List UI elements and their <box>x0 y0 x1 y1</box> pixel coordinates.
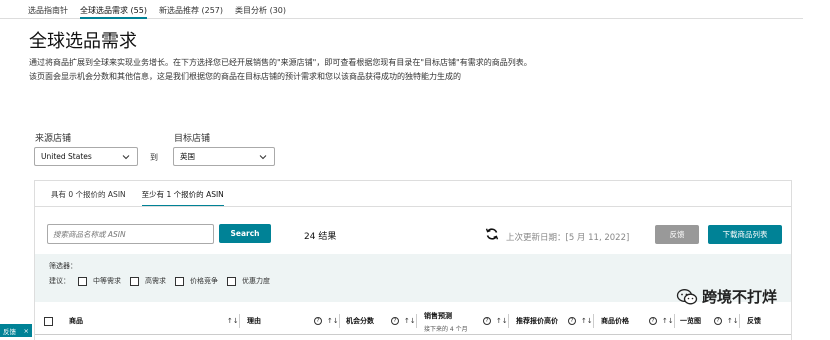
source-store-label: 来源店铺 <box>35 134 72 144</box>
tab-new-recommendations[interactable]: 新选品推荐 (257) <box>159 0 223 19</box>
divider <box>508 314 509 328</box>
help-icon[interactable]: ? <box>649 317 657 325</box>
checkbox[interactable] <box>227 276 236 286</box>
col-opportunity: 机会分数 <box>346 317 374 325</box>
help-icon[interactable]: ? <box>568 317 576 325</box>
filter-price-competition[interactable]: 价格竞争 <box>175 276 218 286</box>
results-panel: 具有 0 个报价的 ASIN 至少有 1 个报价的 ASIN Search 24… <box>34 180 792 340</box>
help-icon[interactable]: ? <box>314 317 322 325</box>
feedback-button[interactable]: 反馈 <box>655 225 699 244</box>
download-list-button[interactable]: 下载商品列表 <box>708 225 782 244</box>
filter-row: 建议： 中等需求 高需求 价格竞争 优惠力度 <box>49 276 279 286</box>
select-all-cell <box>44 307 59 335</box>
help-icon[interactable]: ? <box>714 317 722 325</box>
sales-forecast-sublabel: 接下来的 4 个月 <box>424 326 468 333</box>
filter-high-demand[interactable]: 高需求 <box>130 276 166 286</box>
chevron-down-icon <box>122 154 130 159</box>
filter-discount[interactable]: 优惠力度 <box>227 276 270 286</box>
sort-product-icon[interactable]: ↑↓ <box>227 317 239 325</box>
search-button[interactable]: Search <box>219 224 271 243</box>
divider <box>674 314 675 328</box>
last-updated-text: 上次更新日期：[5 月 11, 2022] <box>506 233 630 243</box>
col-recommended-price: 推荐报价高价 <box>516 317 558 325</box>
page-description: 通过将商品扩展到全球来实现业务增长。在下方选择您已经开展销售的"来源店铺"，即可… <box>29 58 532 81</box>
page-title: 全球选品需求 <box>29 31 137 52</box>
divider <box>739 314 740 328</box>
chevron-down-icon <box>259 154 267 159</box>
col-overview: 一览图 <box>680 317 701 325</box>
tab-category-analysis[interactable]: 类目分析 (30) <box>235 0 286 19</box>
help-icon[interactable]: ? <box>391 317 399 325</box>
filter-medium-demand[interactable]: 中等需求 <box>78 276 121 286</box>
sort-sales-forecast-icon[interactable]: ↑↓ <box>496 317 508 325</box>
wechat-icon <box>676 288 698 304</box>
top-nav: 选品指南针 全球选品需求 (55) 新选品推荐 (257) 类目分析 (30) <box>0 0 803 19</box>
divider <box>339 314 340 328</box>
tab-product-compass[interactable]: 选品指南针 <box>28 0 68 19</box>
divider <box>35 206 791 207</box>
checkbox[interactable] <box>175 276 184 286</box>
target-store-value: 英国 <box>180 152 195 161</box>
col-product-price: 商品价格 <box>601 317 629 325</box>
target-store-select[interactable]: 英国 <box>173 147 275 166</box>
filter-option-label: 中等需求 <box>93 277 121 285</box>
subtabs: 具有 0 个报价的 ASIN 至少有 1 个报价的 ASIN <box>51 189 240 207</box>
search-input[interactable] <box>47 224 214 244</box>
sort-opportunity-icon[interactable]: ↑↓ <box>404 317 416 325</box>
select-all-checkbox[interactable] <box>44 316 53 326</box>
checkbox[interactable] <box>78 276 87 286</box>
col-feedback: 反馈 <box>747 317 761 325</box>
subtab-zero-offers[interactable]: 具有 0 个报价的 ASIN <box>51 189 126 207</box>
filter-option-label: 高需求 <box>145 277 166 285</box>
to-label: 到 <box>150 153 158 162</box>
sort-overview-icon[interactable]: ↑↓ <box>727 317 739 325</box>
source-store-value: United States <box>41 152 92 161</box>
watermark-text: 跨境不打烊 <box>702 288 778 306</box>
help-icon[interactable]: ? <box>483 317 491 325</box>
tab-global-demand[interactable]: 全球选品需求 (55) <box>80 0 147 19</box>
col-product: 商品 <box>69 317 83 325</box>
close-icon[interactable]: × <box>24 327 29 335</box>
divider <box>239 314 240 328</box>
subtab-with-offers[interactable]: 至少有 1 个报价的 ASIN <box>141 189 224 207</box>
filter-title: 筛选器： <box>49 262 77 270</box>
filter-option-label: 价格竞争 <box>190 277 218 285</box>
sort-recommended-price-icon[interactable]: ↑↓ <box>581 317 593 325</box>
results-count: 24 结果 <box>304 232 337 242</box>
checkbox[interactable] <box>130 276 139 286</box>
table-header: 商品 ↑↓ 理由 ? ↑↓ 机会分数 ? ↑↓ 销售预测 接下来的 4 个月 ?… <box>35 307 791 335</box>
divider <box>593 314 594 328</box>
target-store-label: 目标店铺 <box>174 134 211 144</box>
suggest-label: 建议： <box>49 277 70 285</box>
col-reason: 理由 <box>247 317 261 325</box>
divider <box>416 314 417 328</box>
filter-option-label: 优惠力度 <box>242 277 270 285</box>
watermark: 跨境不打烊 <box>676 286 777 307</box>
col-sales-forecast: 销售预测 接下来的 4 个月 <box>424 307 468 335</box>
refresh-icon[interactable] <box>485 227 499 241</box>
side-feedback-label: 反馈 <box>3 327 16 336</box>
side-feedback-tab[interactable]: 反馈 × <box>0 324 32 337</box>
sort-product-price-icon[interactable]: ↑↓ <box>662 317 674 325</box>
sales-forecast-label: 销售预测 <box>424 312 452 320</box>
source-store-select[interactable]: United States <box>34 147 138 166</box>
sort-reason-icon[interactable]: ↑↓ <box>327 317 339 325</box>
